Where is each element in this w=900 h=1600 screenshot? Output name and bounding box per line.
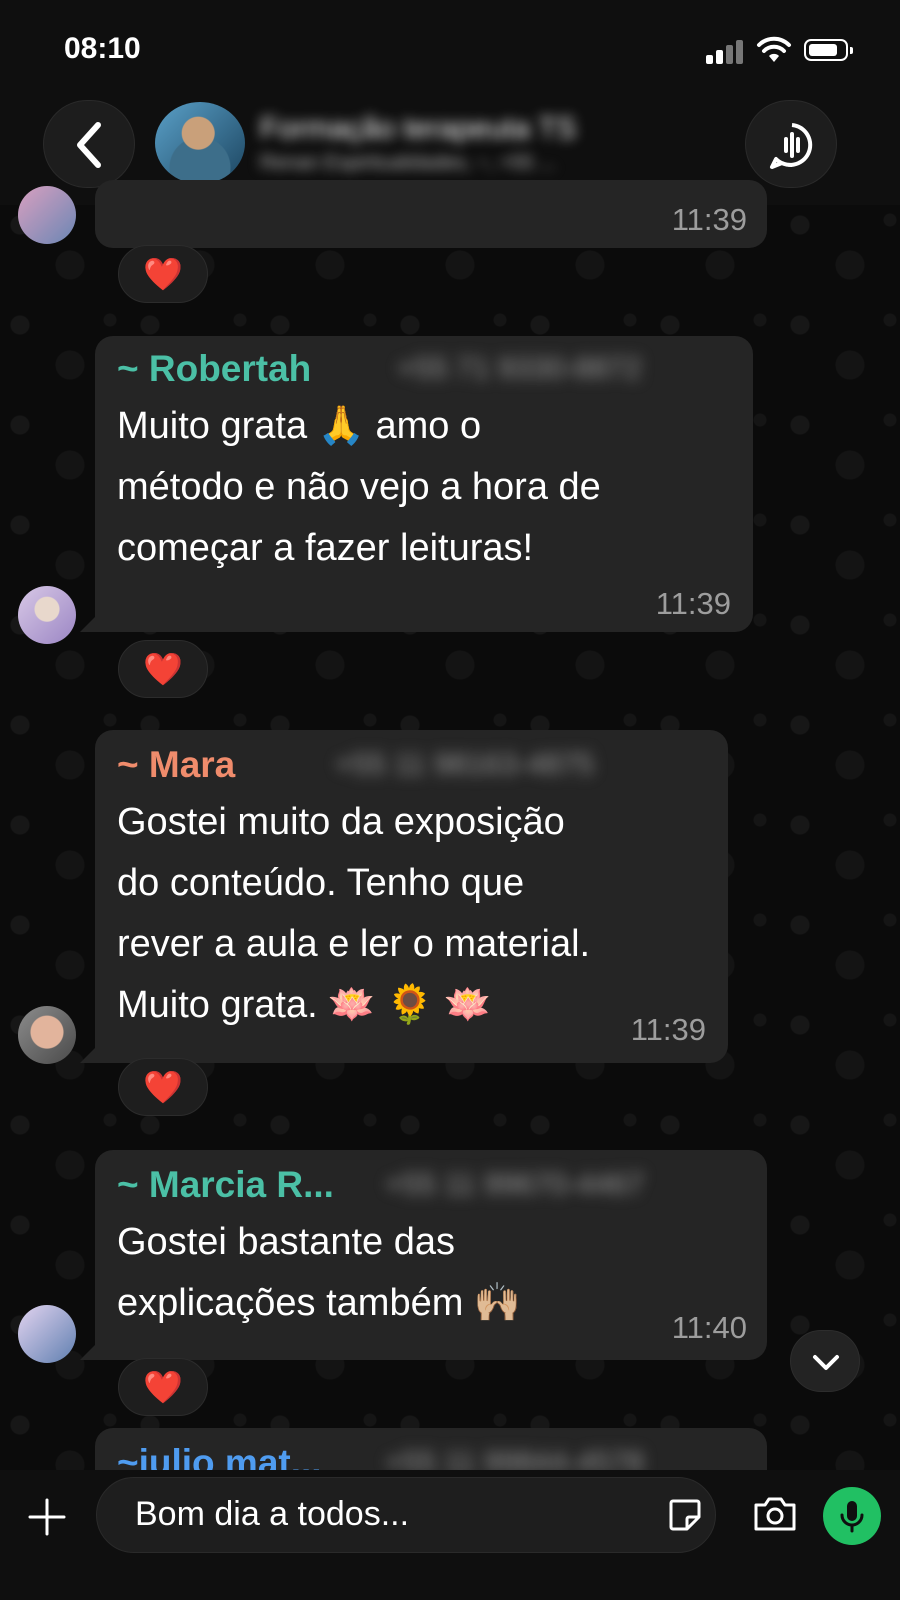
camera-icon[interactable]: [752, 1495, 798, 1533]
sender-avatar[interactable]: [18, 1305, 76, 1363]
sender-phone: +55 71 9330-8872: [397, 352, 642, 385]
message-time: 11:40: [671, 1310, 747, 1345]
message-input-text: Bom dia a todos...: [135, 1495, 410, 1533]
sender-phone: +55 11 99670-4467: [385, 1168, 644, 1201]
chevron-down-icon: [813, 1355, 839, 1370]
message-time: 11:39: [630, 1012, 706, 1047]
group-members[interactable]: Renan Espiritualidades, ~, +55 ...: [260, 152, 556, 175]
voice-chat-button[interactable]: [745, 100, 837, 188]
sender-name[interactable]: ~ Robertah: [117, 348, 311, 390]
reaction-badge[interactable]: ❤️: [118, 640, 208, 698]
reaction-badge[interactable]: ❤️: [118, 1358, 208, 1416]
group-name[interactable]: Formação terapeuta TS: [260, 112, 576, 146]
message-text: Gostei bastante das explicações também 🙌…: [117, 1221, 522, 1324]
message-bubble[interactable]: ~ Mara +55 11 98163-4875 Gostei muito da…: [95, 730, 728, 1063]
wifi-icon: [757, 36, 791, 62]
heart-icon: ❤️: [143, 1069, 183, 1105]
status-time: 08:10: [64, 32, 141, 65]
sticker-icon[interactable]: [667, 1497, 703, 1533]
message-composer: Bom dia a todos...: [0, 1470, 900, 1600]
group-avatar[interactable]: [155, 102, 245, 184]
sender-name[interactable]: ~ Marcia R...: [117, 1164, 334, 1206]
message-input[interactable]: Bom dia a todos...: [96, 1477, 716, 1553]
sender-avatar[interactable]: [18, 586, 76, 644]
plus-icon[interactable]: [26, 1496, 68, 1538]
reaction-badge[interactable]: ❤️: [118, 245, 208, 303]
status-bar: 08:10: [0, 0, 900, 100]
scroll-to-bottom-button[interactable]: [790, 1330, 860, 1392]
sender-avatar[interactable]: [18, 186, 76, 244]
heart-icon: ❤️: [143, 1369, 183, 1405]
voice-chat-icon: [770, 123, 813, 169]
reaction-badge[interactable]: ❤️: [118, 1058, 208, 1116]
sender-avatar[interactable]: [18, 1006, 76, 1064]
chevron-left-icon: [77, 122, 101, 168]
microphone-button[interactable]: [823, 1487, 881, 1545]
sender-name[interactable]: ~ Mara: [117, 744, 235, 786]
message-time: 11:39: [655, 586, 731, 621]
microphone-icon: [840, 1501, 864, 1533]
heart-icon: ❤️: [143, 256, 183, 292]
message-text: Gostei muito da exposição do conteúdo. T…: [117, 801, 591, 1026]
sender-phone: +55 11 98163-4875: [335, 748, 594, 781]
message-text: Muito grata 🙏 amo o método e não vejo a …: [117, 405, 601, 569]
message-time: 11:39: [671, 202, 747, 237]
battery-icon: [804, 39, 853, 61]
back-button[interactable]: [43, 100, 135, 188]
heart-icon: ❤️: [143, 651, 183, 687]
message-bubble[interactable]: ~ Robertah +55 71 9330-8872 Muito grata …: [95, 336, 753, 632]
message-bubble[interactable]: ~ Marcia R... +55 11 99670-4467 Gostei b…: [95, 1150, 767, 1360]
message-bubble[interactable]: 11:39: [95, 180, 767, 248]
cellular-signal-icon: [706, 40, 746, 64]
